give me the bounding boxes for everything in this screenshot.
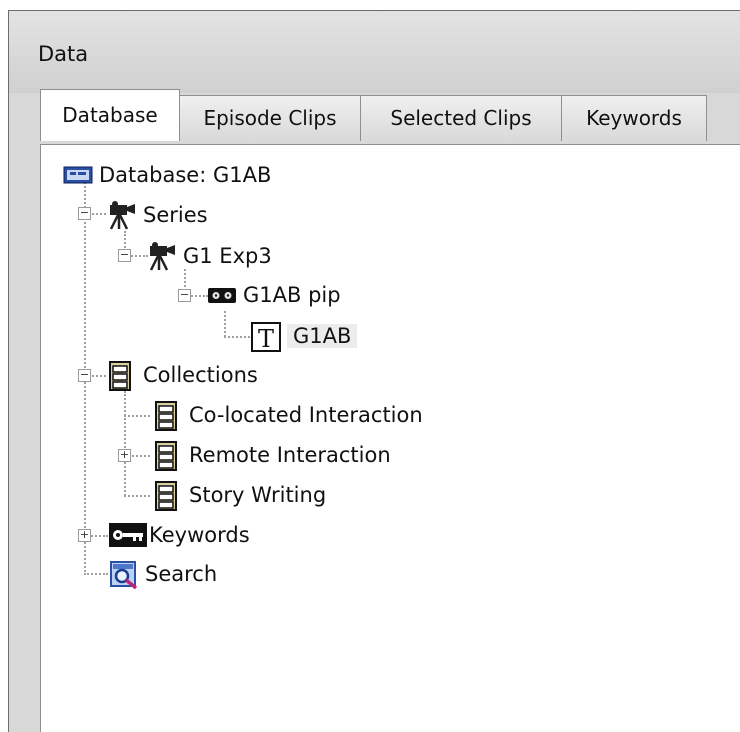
tree-item-g1ab-pip[interactable]: G1AB pip — [207, 277, 341, 313]
tree-item-co-located-interaction[interactable]: Co-located Interaction — [153, 397, 423, 433]
tree-label-g1ab-pip: G1AB pip — [243, 283, 341, 307]
tree-item-g1-exp3[interactable]: G1 Exp3 — [147, 238, 272, 274]
tab-episode-clips[interactable]: Episode Clips — [179, 95, 361, 141]
tab-selected-clips[interactable]: Selected Clips — [360, 95, 562, 141]
file-cabinet-icon — [153, 401, 183, 431]
file-cabinet-icon — [107, 361, 137, 391]
tree-item-remote-interaction[interactable]: Remote Interaction — [153, 437, 391, 473]
video-tape-icon — [207, 281, 237, 309]
tree-label-g1-exp3: G1 Exp3 — [183, 244, 272, 268]
window-title: Data — [38, 42, 89, 66]
tab-database[interactable]: Database — [40, 89, 180, 141]
text-document-icon: T — [251, 322, 281, 353]
video-camera-icon — [147, 242, 177, 271]
collapse-g1ab-pip-button[interactable]: − — [178, 289, 191, 302]
tree-item-series[interactable]: Series — [107, 197, 208, 233]
expand-keywords-button[interactable]: + — [78, 529, 91, 542]
tree-label-story-writing: Story Writing — [189, 483, 327, 507]
tree-label-database-root: Database: G1AB — [99, 163, 272, 187]
window-titlebar — [9, 11, 740, 93]
collapse-g1-exp3-button[interactable]: − — [118, 249, 131, 262]
tree-label-co-located-interaction: Co-located Interaction — [189, 403, 423, 427]
file-cabinet-icon — [153, 481, 183, 511]
tree-item-story-writing[interactable]: Story Writing — [153, 477, 326, 513]
collapse-series-button[interactable]: − — [78, 207, 91, 220]
tree-item-keywords[interactable]: Keywords — [109, 517, 250, 553]
tree-label-collections: Collections — [143, 363, 258, 387]
tree-label-series: Series — [143, 203, 208, 227]
tab-keywords[interactable]: Keywords — [561, 95, 707, 141]
tree-item-collections[interactable]: Collections — [107, 357, 258, 393]
collapse-collections-button[interactable]: − — [78, 369, 91, 382]
expand-remote-interaction-button[interactable]: + — [118, 449, 131, 462]
tree-item-database-root[interactable]: Database: G1AB — [63, 157, 271, 193]
database-icon — [63, 161, 93, 189]
tree-label-search: Search — [145, 562, 218, 586]
key-icon — [109, 521, 147, 549]
file-cabinet-icon — [153, 441, 183, 471]
svg-text:T: T — [258, 325, 274, 352]
tree-item-search[interactable]: Search — [109, 556, 217, 592]
tree-item-g1ab-transcript[interactable]: T G1AB — [251, 318, 358, 354]
video-camera-icon — [107, 201, 137, 230]
database-tree-panel[interactable]: − − − − + + Database: G1AB Series G1 Exp… — [40, 144, 740, 732]
magnifier-search-icon — [109, 560, 139, 590]
tree-label-keywords: Keywords — [149, 523, 250, 547]
tree-label-g1ab-transcript: G1AB — [287, 324, 358, 348]
tree-label-remote-interaction: Remote Interaction — [189, 443, 391, 467]
